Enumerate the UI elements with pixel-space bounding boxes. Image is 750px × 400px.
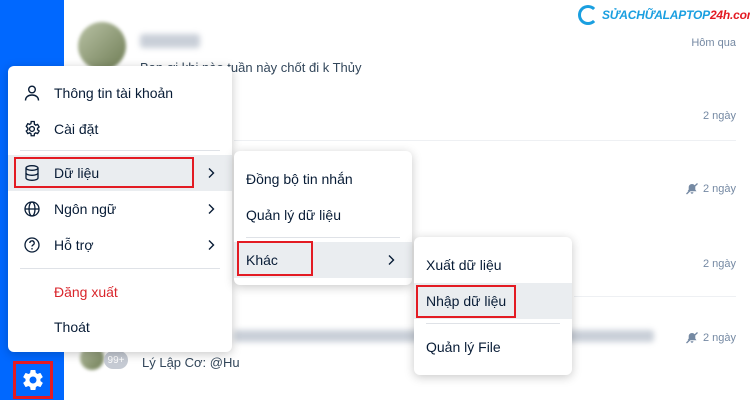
logo-brand-suffix: 24h.com xyxy=(709,8,750,22)
menu-label-data: Dữ liệu xyxy=(54,165,100,181)
chevron-right-icon xyxy=(388,255,395,265)
logo-brand-prefix: SỬACHỮALAPTOP xyxy=(602,8,710,22)
menu-item-logout[interactable]: Đăng xuất xyxy=(8,274,232,310)
mute-icon xyxy=(686,332,698,344)
menu-item-language[interactable]: Ngôn ngữ xyxy=(8,191,232,227)
member-count-badge: 99+ xyxy=(104,351,128,369)
submenu-item-export[interactable]: Xuất dữ liệu xyxy=(414,247,572,283)
submenu-label-export: Xuất dữ liệu xyxy=(426,257,502,273)
submenu-item-other[interactable]: Khác xyxy=(234,242,412,278)
menu-item-quit[interactable]: Thoát xyxy=(8,309,232,345)
menu-label-logout: Đăng xuất xyxy=(54,284,118,300)
submenu-item-files[interactable]: Quản lý File xyxy=(414,329,572,365)
menu-label-account: Thông tin tài khoản xyxy=(54,85,174,101)
menu-label-support: Hỗ trợ xyxy=(54,237,94,253)
blurred-contact-name xyxy=(140,34,200,48)
menu-divider xyxy=(20,150,220,151)
user-icon xyxy=(22,83,42,103)
globe-icon xyxy=(22,199,42,219)
gear-icon xyxy=(23,370,43,391)
conversation-time: 2 ngày xyxy=(703,258,736,270)
database-icon xyxy=(22,163,42,183)
menu-label-settings: Cài đặt xyxy=(54,121,99,137)
conversation-time: Hôm qua xyxy=(691,37,736,49)
logo-mark-icon xyxy=(578,5,598,25)
gear-icon xyxy=(22,119,42,139)
submenu-label-import: Nhập dữ liệu xyxy=(426,293,507,309)
conversation-time: 2 ngày xyxy=(685,183,736,195)
conversation-preview: Lý Lập Cơ: @Hu xyxy=(142,355,240,370)
submenu-item-sync[interactable]: Đồng bộ tin nhắn xyxy=(234,161,412,197)
submenu-label-other: Khác xyxy=(246,252,278,268)
divider xyxy=(234,140,736,141)
chevron-right-icon xyxy=(208,240,215,250)
settings-menu: Thông tin tài khoản Cài đặt Dữ liệu Ngôn… xyxy=(8,66,232,352)
submenu-label-manage: Quản lý dữ liệu xyxy=(246,207,341,223)
logo-text: SỬACHỮALAPTOP24h.com xyxy=(602,8,750,22)
submenu-label-sync: Đồng bộ tin nhắn xyxy=(246,171,353,187)
menu-label-quit: Thoát xyxy=(54,319,90,335)
avatar xyxy=(78,22,126,70)
time-text: 2 ngày xyxy=(702,332,736,344)
settings-button[interactable] xyxy=(13,361,53,399)
chevron-right-icon xyxy=(208,168,215,178)
menu-item-support[interactable]: Hỗ trợ xyxy=(8,227,232,263)
conversation-time: 2 ngày xyxy=(685,332,736,344)
menu-item-settings[interactable]: Cài đặt xyxy=(8,111,232,147)
menu-divider xyxy=(20,268,220,269)
menu-item-data[interactable]: Dữ liệu xyxy=(8,155,232,191)
conversation-time: 2 ngày xyxy=(703,110,736,122)
menu-divider xyxy=(426,323,560,324)
menu-divider xyxy=(246,237,400,238)
watermark-logo: SỬACHỮALAPTOP24h.com xyxy=(578,5,750,25)
menu-item-account[interactable]: Thông tin tài khoản xyxy=(8,75,232,111)
chevron-right-icon xyxy=(208,204,215,214)
submenu-item-manage[interactable]: Quản lý dữ liệu xyxy=(234,197,412,233)
help-icon xyxy=(22,235,42,255)
mute-icon xyxy=(686,183,698,195)
data-submenu: Đồng bộ tin nhắn Quản lý dữ liệu Khác xyxy=(234,151,412,285)
divider xyxy=(574,296,736,297)
time-text: 2 ngày xyxy=(702,258,736,270)
submenu-label-files: Quản lý File xyxy=(426,339,501,355)
time-text: 2 ngày xyxy=(702,183,736,195)
time-text: Hôm qua xyxy=(691,37,736,49)
other-submenu: Xuất dữ liệu Nhập dữ liệu Quản lý File xyxy=(414,237,572,375)
submenu-item-import[interactable]: Nhập dữ liệu xyxy=(414,283,572,319)
menu-label-language: Ngôn ngữ xyxy=(54,201,117,217)
time-text: 2 ngày xyxy=(702,110,736,122)
